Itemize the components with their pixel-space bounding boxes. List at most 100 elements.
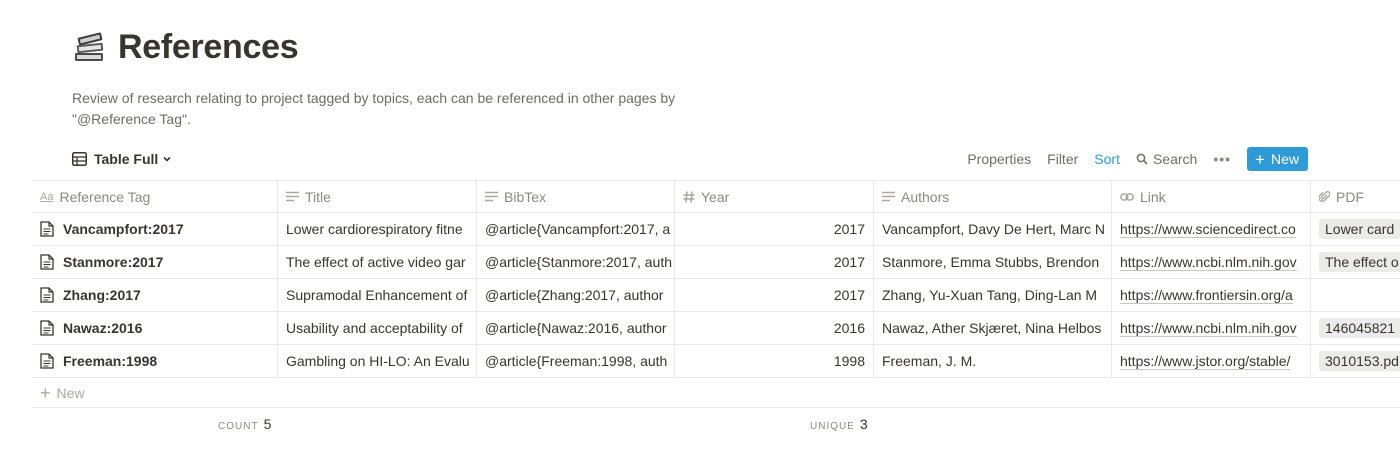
reference-tag-cell[interactable]: Stanmore:2017	[32, 246, 278, 278]
column-header-authors[interactable]: Authors	[874, 181, 1112, 212]
year-cell[interactable]: 2016	[675, 312, 874, 344]
bibtex-cell[interactable]: @article{Freeman:1998, auth	[477, 345, 675, 377]
link-url[interactable]: https://www.jstor.org/stable/	[1120, 353, 1291, 370]
unique-calculation[interactable]: UNIQUE 3	[810, 416, 868, 432]
pdf-cell[interactable]: 146045821	[1311, 312, 1400, 344]
column-label: BibTex	[504, 188, 547, 205]
add-row-button[interactable]: + New	[32, 378, 1400, 408]
pdf-cell[interactable]	[1311, 279, 1400, 311]
link-icon	[1120, 192, 1134, 202]
page-document-icon	[40, 287, 54, 303]
column-header-bibtex[interactable]: BibTex	[477, 181, 675, 212]
bibtex-cell[interactable]: @article{Stanmore:2017, auth	[477, 246, 675, 278]
bibtex-cell[interactable]: @article{Vancampfort:2017, a	[477, 213, 675, 245]
view-actions: Properties Filter Sort Search ••• + New	[951, 147, 1308, 171]
title-cell[interactable]: Gambling on HI-LO: An Evalu	[278, 345, 477, 377]
column-header-reference-tag[interactable]: Aa Reference Tag	[32, 181, 278, 212]
table-row[interactable]: Freeman:1998 Gambling on HI-LO: An Evalu @…	[32, 345, 1400, 378]
page-title[interactable]: References	[118, 28, 299, 67]
link-cell[interactable]: https://www.sciencedirect.co	[1112, 213, 1311, 245]
column-header-link[interactable]: Link	[1112, 181, 1311, 212]
plus-icon: +	[1255, 149, 1265, 169]
count-label: COUNT	[218, 421, 259, 432]
link-url[interactable]: https://www.ncbi.nlm.nih.gov	[1120, 320, 1297, 337]
pdf-file-chip[interactable]: The effect o	[1319, 252, 1400, 272]
authors-cell[interactable]: Freeman, J. M.	[874, 345, 1112, 377]
table-body: Vancampfort:2017 Lower cardiorespiratory …	[32, 213, 1400, 378]
pdf-cell[interactable]: 3010153.pd	[1311, 345, 1400, 377]
pdf-cell[interactable]: The effect o	[1311, 246, 1400, 278]
column-label: Year	[701, 188, 730, 205]
properties-button[interactable]: Properties	[967, 151, 1031, 167]
title-row: References	[72, 28, 299, 67]
link-url[interactable]: https://www.frontiersin.org/a	[1120, 287, 1293, 304]
count-value: 5	[263, 416, 272, 432]
pdf-file-chip[interactable]: 146045821	[1319, 318, 1400, 338]
year-cell[interactable]: 2017	[675, 246, 874, 278]
year-cell[interactable]: 2017	[675, 213, 874, 245]
search-icon	[1136, 153, 1148, 165]
year-cell[interactable]: 1998	[675, 345, 874, 377]
bibtex-cell[interactable]: @article{Nawaz:2016, author	[477, 312, 675, 344]
reference-tag-cell[interactable]: Nawaz:2016	[32, 312, 278, 344]
reference-tag-cell[interactable]: Vancampfort:2017	[32, 213, 278, 245]
table-footer: COUNT 5 UNIQUE 3	[0, 416, 1400, 434]
title-cell[interactable]: Lower cardiorespiratory fitne	[278, 213, 477, 245]
link-cell[interactable]: https://www.ncbi.nlm.nih.gov	[1112, 312, 1311, 344]
authors-cell[interactable]: Vancampfort, Davy De Hert, Marc N	[874, 213, 1112, 245]
reference-tag[interactable]: Vancampfort:2017	[63, 221, 184, 237]
new-button-label: New	[1270, 151, 1299, 167]
add-row-label: New	[56, 384, 85, 401]
link-url[interactable]: https://www.ncbi.nlm.nih.gov	[1120, 254, 1297, 271]
authors-cell[interactable]: Nawaz, Ather Skjæret, Nina Helbos	[874, 312, 1112, 344]
more-options-icon[interactable]: •••	[1213, 151, 1231, 167]
reference-tag[interactable]: Zhang:2017	[63, 287, 141, 303]
table-row[interactable]: Vancampfort:2017 Lower cardiorespiratory …	[32, 213, 1400, 246]
column-header-title[interactable]: Title	[278, 181, 477, 212]
column-label: Link	[1140, 188, 1166, 205]
link-url[interactable]: https://www.sciencedirect.co	[1120, 221, 1296, 238]
books-icon[interactable]	[72, 30, 108, 66]
references-table: Aa Reference Tag Title BibTex Year Autho…	[32, 180, 1400, 408]
pdf-file-chip[interactable]: Lower card	[1319, 219, 1400, 239]
text-lines-icon	[882, 191, 895, 202]
table-row[interactable]: Zhang:2017 Supramodal Enhancement of @arti…	[32, 279, 1400, 312]
chevron-down-icon	[163, 156, 171, 162]
authors-cell[interactable]: Zhang, Yu-Xuan Tang, Ding-Lan M	[874, 279, 1112, 311]
view-selector[interactable]: Table Full	[72, 151, 179, 167]
column-label: PDF	[1336, 188, 1364, 205]
year-cell[interactable]: 2017	[675, 279, 874, 311]
search-label: Search	[1152, 151, 1198, 167]
link-cell[interactable]: https://www.jstor.org/stable/	[1112, 345, 1311, 377]
reference-tag[interactable]: Freeman:1998	[63, 353, 157, 369]
column-label: Reference Tag	[59, 188, 151, 205]
title-cell[interactable]: The effect of active video gar	[278, 246, 477, 278]
table-row[interactable]: Stanmore:2017 The effect of active video …	[32, 246, 1400, 279]
page-description[interactable]: Review of research relating to project t…	[72, 88, 712, 130]
reference-tag-cell[interactable]: Zhang:2017	[32, 279, 278, 311]
reference-tag[interactable]: Nawaz:2016	[63, 320, 142, 336]
column-header-pdf[interactable]: PDF	[1311, 181, 1400, 212]
link-cell[interactable]: https://www.frontiersin.org/a	[1112, 279, 1311, 311]
count-calculation[interactable]: COUNT 5	[218, 416, 271, 432]
reference-tag-cell[interactable]: Freeman:1998	[32, 345, 278, 377]
page-document-icon	[40, 221, 54, 237]
authors-cell[interactable]: Stanmore, Emma Stubbs, Brendon	[874, 246, 1112, 278]
text-lines-icon	[485, 191, 498, 202]
bibtex-cell[interactable]: @article{Zhang:2017, author	[477, 279, 675, 311]
pdf-cell[interactable]: Lower card	[1311, 213, 1400, 245]
hash-icon	[683, 190, 695, 203]
title-cell[interactable]: Usability and acceptability of	[278, 312, 477, 344]
table-row[interactable]: Nawaz:2016 Usability and acceptability of…	[32, 312, 1400, 345]
search-button[interactable]: Search	[1136, 151, 1197, 167]
column-header-year[interactable]: Year	[675, 181, 874, 212]
text-lines-icon	[286, 191, 299, 202]
filter-button[interactable]: Filter	[1047, 151, 1078, 167]
page-document-icon	[40, 353, 54, 369]
new-button[interactable]: + New	[1247, 147, 1308, 171]
sort-button[interactable]: Sort	[1094, 151, 1120, 167]
title-cell[interactable]: Supramodal Enhancement of	[278, 279, 477, 311]
pdf-file-chip[interactable]: 3010153.pd	[1319, 351, 1400, 371]
reference-tag[interactable]: Stanmore:2017	[63, 254, 163, 270]
link-cell[interactable]: https://www.ncbi.nlm.nih.gov	[1112, 246, 1311, 278]
